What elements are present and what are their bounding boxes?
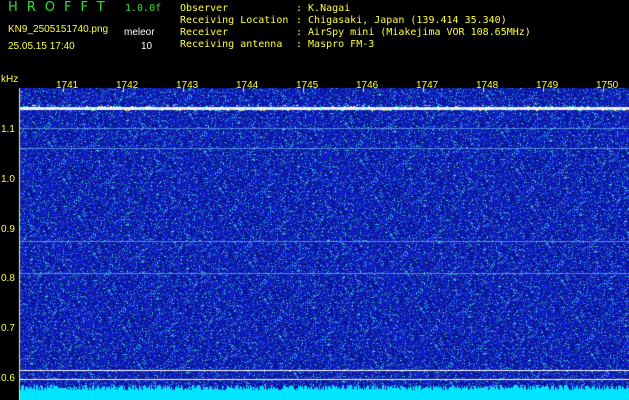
x-tick-label: 1742: [116, 80, 139, 91]
spectrogram-plot: [0, 78, 629, 400]
y-tick-label: 0.6: [1, 373, 15, 384]
x-tick-label: 1749: [536, 80, 559, 91]
x-tick-label: 1743: [176, 80, 199, 91]
receiver-value: : AirSpy mini (Miakejima VOR 108.65MHz): [296, 27, 531, 38]
y-tick-label: 0.8: [1, 273, 15, 284]
filename-label: KN9_2505151740.png: [8, 24, 109, 35]
datetime-label: 25.05.15 17:40: [8, 41, 75, 52]
y-tick-label: 0.7: [1, 323, 15, 334]
location-value: : Chigasaki, Japan (139.414 35.340): [296, 15, 507, 26]
x-tick-label: 1741: [56, 80, 79, 91]
version-label: 1.0.0f: [125, 3, 162, 14]
x-tick-label: 1750: [596, 80, 619, 91]
y-tick-label: 1.1: [1, 124, 15, 135]
count-label: 10: [141, 41, 153, 52]
antenna-label: Receiving antenna: [180, 39, 283, 50]
observer-label: Observer: [180, 3, 229, 14]
x-tick-label: 1745: [296, 80, 319, 91]
receiver-label: Receiver: [180, 27, 229, 38]
antenna-value: : Maspro FM-3: [296, 39, 375, 50]
observer-value: : K.Nagai: [296, 3, 351, 14]
x-tick-label: 1747: [416, 80, 439, 91]
y-tick-label: 0.9: [1, 224, 15, 235]
y-axis-unit: kHz: [1, 74, 19, 85]
location-label: Receiving Location: [180, 15, 289, 26]
x-tick-label: 1746: [356, 80, 379, 91]
y-tick-label: 1.0: [1, 174, 15, 185]
x-tick-label: 1748: [476, 80, 499, 91]
app-logo: HROFFT: [8, 0, 114, 15]
x-tick-label: 1744: [236, 80, 259, 91]
mode-label: meleor: [124, 27, 155, 38]
